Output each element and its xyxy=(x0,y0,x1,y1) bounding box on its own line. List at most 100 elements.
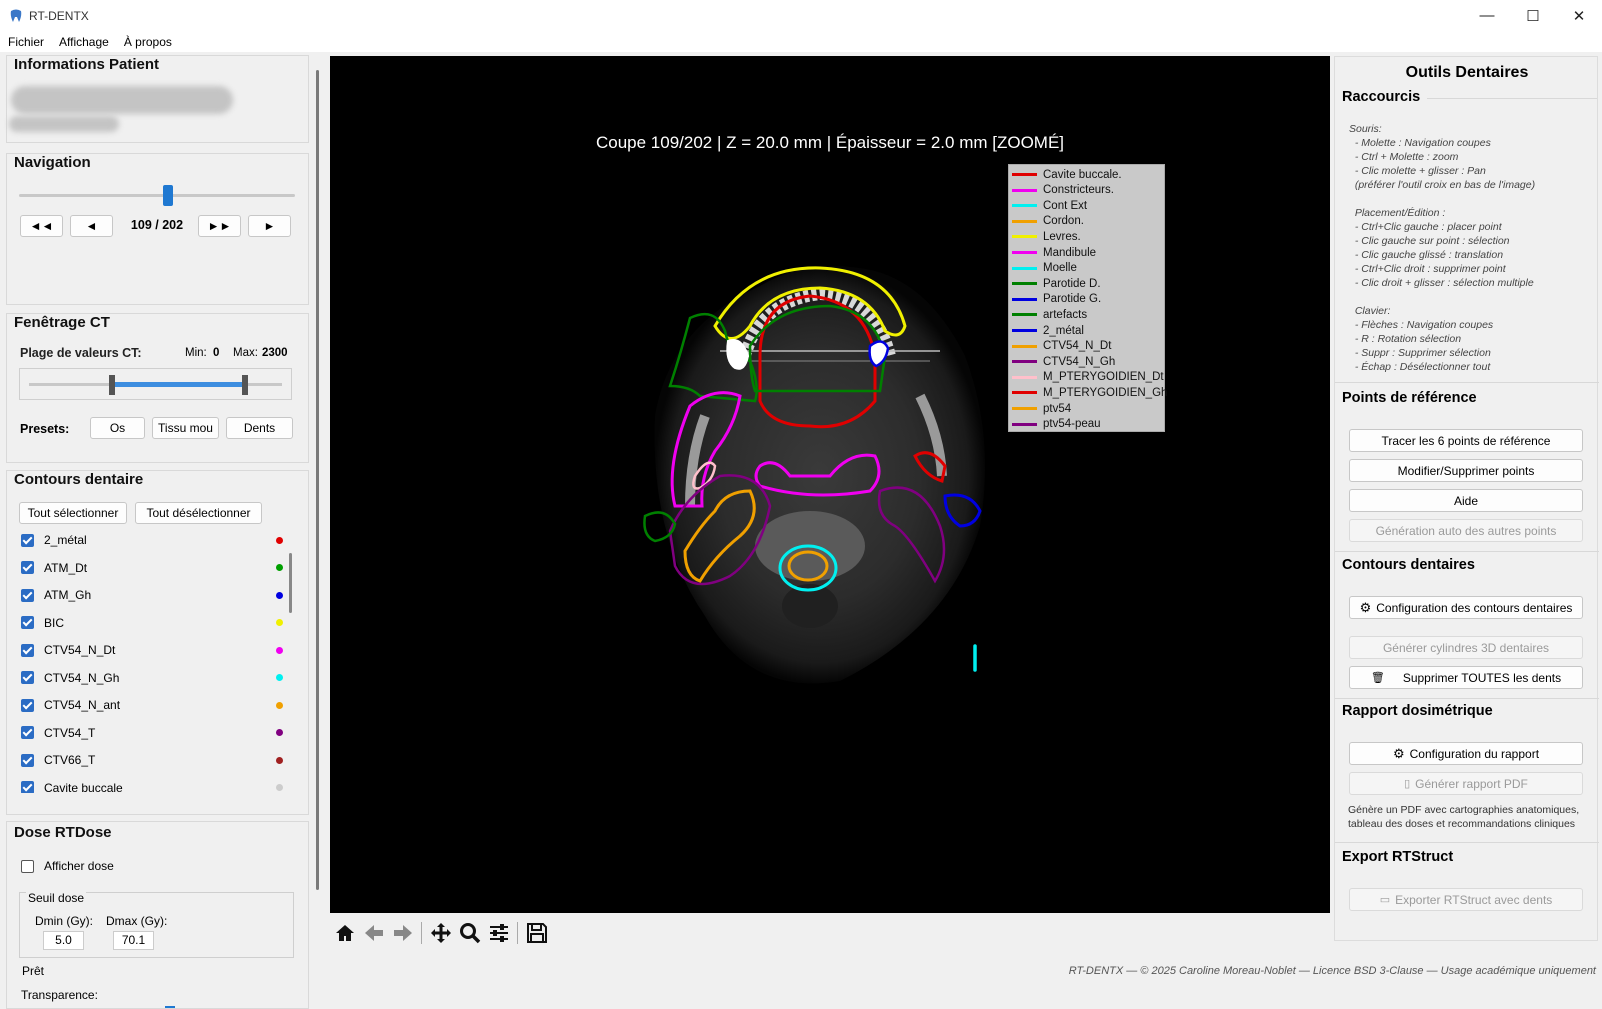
first-slice-button[interactable]: ◄◄ xyxy=(20,215,63,237)
legend-item: Mandibule xyxy=(1012,245,1096,260)
forward-arrow-icon[interactable] xyxy=(388,919,417,947)
next-slice-button[interactable]: ► xyxy=(248,215,291,237)
next-fast-button[interactable]: ►► xyxy=(198,215,241,237)
menu-affichage[interactable]: Affichage xyxy=(59,35,109,49)
contour-checkbox[interactable] xyxy=(21,561,34,574)
range-slider-min-handle[interactable] xyxy=(109,375,115,395)
preset-os-button[interactable]: Os xyxy=(90,417,145,439)
configure-dental-contours-button[interactable]: ⚙ Configuration des contours dentaires xyxy=(1349,596,1583,619)
show-dose-row[interactable]: Afficher dose xyxy=(21,857,283,875)
shortcuts-list: Souris: - Molette : Navigation coupes - … xyxy=(1349,122,1535,374)
shortcut-line: - Suppr : Supprimer sélection xyxy=(1349,347,1491,359)
contour-checkbox[interactable] xyxy=(21,616,34,629)
show-dose-checkbox[interactable] xyxy=(21,859,34,873)
pan-cross-icon[interactable] xyxy=(426,919,455,947)
select-all-button[interactable]: Tout sélectionner xyxy=(19,502,127,524)
home-icon[interactable] xyxy=(330,919,359,947)
preset-soft-tissue-button[interactable]: Tissu mou xyxy=(152,417,219,439)
legend-item: Parotide G. xyxy=(1012,292,1101,307)
contour-row[interactable]: BIC xyxy=(21,614,283,632)
contour-row[interactable]: CTV66_T xyxy=(21,751,283,769)
trace-reference-points-button[interactable]: Tracer les 6 points de référence xyxy=(1349,429,1583,452)
max-label: Max: xyxy=(233,347,258,359)
contour-row[interactable]: 2_métal xyxy=(21,531,283,549)
menu-a-propos[interactable]: À propos xyxy=(124,35,172,49)
window-title: RT-DENTX xyxy=(29,8,89,23)
contour-row[interactable]: CTV54_N_Dt xyxy=(21,641,283,659)
contour-color-dot xyxy=(276,619,283,626)
blurred-patient-id xyxy=(9,116,119,132)
sliders-config-icon[interactable] xyxy=(484,919,513,947)
menu-fichier[interactable]: Fichier xyxy=(8,35,44,49)
slice-info-title: Coupe 109/202 | Z = 20.0 mm | Épaisseur … xyxy=(595,133,1065,152)
contour-checkbox[interactable] xyxy=(21,781,34,793)
range-slider-frame xyxy=(19,368,292,400)
save-floppy-icon[interactable] xyxy=(522,919,551,947)
left-panel-scrollbar[interactable] xyxy=(316,70,319,890)
legend-label: Constricteurs. xyxy=(1043,184,1114,197)
legend-label: Cordon. xyxy=(1043,215,1084,228)
minimize-button[interactable]: — xyxy=(1464,0,1510,31)
close-button[interactable]: ✕ xyxy=(1556,0,1602,31)
range-slider-max-handle[interactable] xyxy=(242,375,248,395)
toolbar-separator xyxy=(421,922,422,944)
preset-teeth-button[interactable]: Dents xyxy=(226,417,293,439)
contour-checkbox[interactable] xyxy=(21,726,34,739)
transparency-label: Transparence: xyxy=(21,988,98,1002)
legend-line-swatch xyxy=(1012,251,1037,254)
contour-checkbox[interactable] xyxy=(21,588,34,602)
legend-line-swatch xyxy=(1012,422,1037,426)
legend-label: Cavite buccale. xyxy=(1043,168,1122,181)
contour-color-dot xyxy=(276,564,283,571)
contour-row[interactable]: ATM_Gh xyxy=(21,586,283,604)
legend-line-swatch xyxy=(1012,219,1037,223)
dose-threshold-title: Seuil dose xyxy=(26,891,87,905)
back-arrow-icon[interactable] xyxy=(359,919,388,947)
contour-checkbox[interactable] xyxy=(21,698,34,712)
contour-list-scrollbar[interactable] xyxy=(289,553,292,613)
shortcut-line: - Clic gauche glissé : translation xyxy=(1349,249,1504,261)
legend-label: 2_métal xyxy=(1043,324,1084,337)
generate-pdf-report-button[interactable]: ▯ Générer rapport PDF xyxy=(1349,772,1583,795)
contour-color-dot xyxy=(276,756,283,764)
prev-slice-button[interactable]: ◄ xyxy=(70,215,113,237)
slice-slider-track[interactable] xyxy=(19,194,295,197)
legend-label: Parotide G. xyxy=(1043,293,1102,306)
maximize-button[interactable]: ☐ xyxy=(1510,0,1556,31)
contour-checkbox[interactable] xyxy=(21,533,34,547)
patient-info-title: Informations Patient xyxy=(14,56,160,73)
ct-slice-image[interactable] xyxy=(330,56,1330,913)
contour-row[interactable]: CTV54_T xyxy=(21,724,283,742)
legend-line-swatch xyxy=(1012,344,1037,348)
dmax-input[interactable]: 70.1 xyxy=(113,931,154,950)
shortcut-line: - Clic gauche sur point : sélection xyxy=(1349,235,1510,247)
ct-viewer[interactable]: Coupe 109/202 | Z = 20.0 mm | Épaisseur … xyxy=(330,56,1330,913)
status-text: Prêt xyxy=(22,963,45,978)
dmin-input[interactable]: 5.0 xyxy=(43,931,84,950)
export-rtstruct-button[interactable]: ▭ Exporter RTStruct avec dents xyxy=(1349,888,1583,911)
contour-checkbox[interactable] xyxy=(21,643,34,657)
windowing-group: Fenêtrage CT Plage de valeurs CT: Min: 0… xyxy=(6,313,309,463)
legend-item: Cavite buccale. xyxy=(1012,167,1122,182)
legend-line-swatch xyxy=(1012,391,1037,395)
contour-row[interactable]: ATM_Dt xyxy=(21,559,283,577)
legend-label: Levres. xyxy=(1043,230,1081,243)
plot-toolbar xyxy=(330,917,551,949)
contour-row[interactable]: CTV54_N_Gh xyxy=(21,669,283,687)
contour-checkbox[interactable] xyxy=(21,753,34,767)
zoom-magnifier-icon[interactable] xyxy=(455,919,484,947)
report-config-button[interactable]: ⚙ Configuration du rapport xyxy=(1349,742,1583,765)
slice-slider-handle[interactable] xyxy=(163,185,174,206)
delete-all-teeth-button[interactable]: 🗑 Supprimer TOUTES les dents xyxy=(1349,666,1583,689)
help-button[interactable]: Aide xyxy=(1349,489,1583,512)
contour-row[interactable]: Cavite buccale xyxy=(21,779,283,793)
shortcut-line: (préférer l'outil croix en bas de l'imag… xyxy=(1349,179,1536,191)
contour-row[interactable]: CTV54_N_ant xyxy=(21,696,283,714)
generate-3d-cylinders-button[interactable]: Générer cylindres 3D dentaires xyxy=(1349,636,1583,659)
edit-delete-points-button[interactable]: Modifier/Supprimer points xyxy=(1349,459,1583,482)
deselect-all-button[interactable]: Tout désélectionner xyxy=(135,502,262,524)
contour-checkbox[interactable] xyxy=(21,671,34,684)
legend-item: 2_métal xyxy=(1012,323,1084,338)
shortcut-line: - Ctrl+Clic droit : supprimer point xyxy=(1349,263,1506,275)
auto-generate-points-button[interactable]: Génération auto des autres points xyxy=(1349,519,1583,542)
